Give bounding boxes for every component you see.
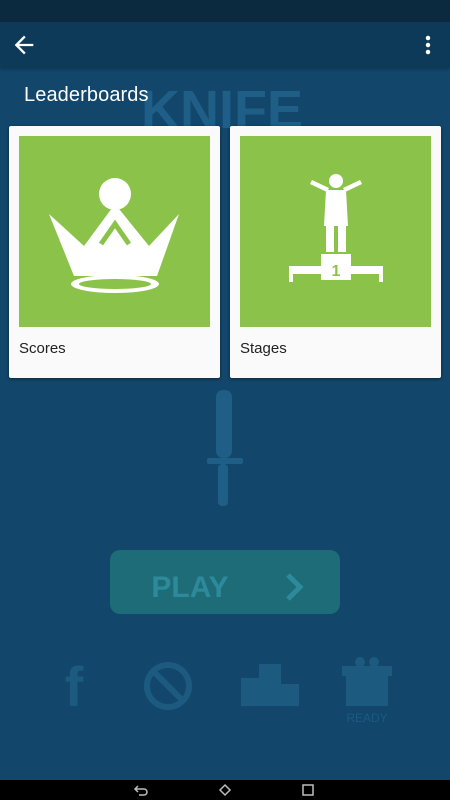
overflow-menu-button[interactable]: [414, 31, 442, 59]
page-title: Leaderboards: [24, 84, 149, 106]
facebook-icon: f: [65, 655, 84, 718]
gift-status: READY: [346, 711, 387, 725]
podium-winner-icon: 1: [289, 174, 383, 282]
play-label: PLAY: [151, 571, 228, 604]
recents-nav-icon[interactable]: [300, 782, 316, 798]
app-bar: [0, 22, 450, 68]
back-button[interactable]: [10, 31, 38, 59]
stages-label: Stages: [240, 340, 287, 357]
back-nav-icon[interactable]: [133, 782, 149, 798]
gift-icon: [342, 657, 392, 706]
stages-tile: 1: [240, 136, 431, 327]
stages-card[interactable]: 1 Stages: [230, 126, 441, 378]
no-ads-icon: [144, 662, 192, 710]
status-bar: [0, 0, 450, 22]
scores-tile: [19, 136, 210, 327]
scores-card[interactable]: Scores: [9, 126, 220, 378]
home-nav-icon[interactable]: [217, 782, 233, 798]
podium-number: 1: [332, 263, 341, 280]
navigation-bar: [0, 780, 450, 800]
knife-graphic: [207, 390, 243, 506]
more-vert-icon: [425, 35, 431, 55]
crown-icon: [49, 178, 179, 293]
podium-icon: [241, 664, 299, 706]
scores-label: Scores: [19, 340, 66, 357]
arrow-back-icon: [14, 35, 34, 55]
